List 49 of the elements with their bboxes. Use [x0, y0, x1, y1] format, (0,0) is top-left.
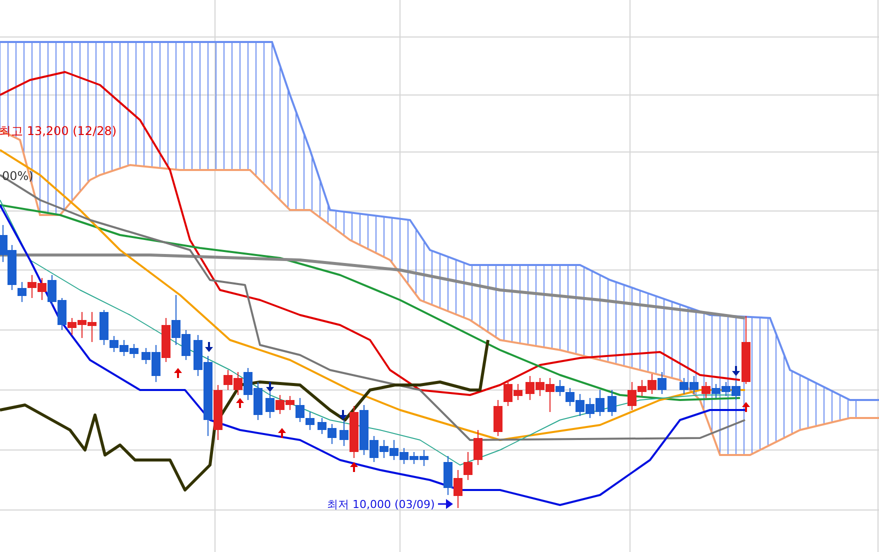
- up-arrow-icon: [236, 398, 244, 408]
- candlestick: [328, 424, 336, 444]
- candlestick: [444, 456, 452, 496]
- candlestick: [276, 394, 284, 414]
- candlestick: [38, 278, 46, 300]
- arrow-icon: [438, 499, 453, 509]
- candlestick: [162, 318, 170, 362]
- candlestick: [454, 470, 462, 508]
- candlestick: [306, 412, 314, 430]
- down-arrow-icon: [339, 410, 347, 420]
- candlestick: [244, 368, 252, 400]
- candlestick: [28, 274, 36, 298]
- candlestick: [722, 382, 730, 396]
- candlestick: [658, 372, 666, 394]
- up-arrow-icon: [278, 428, 286, 438]
- candlestick: [420, 450, 428, 466]
- up-arrow-icon: [350, 462, 358, 472]
- candlestick: [702, 382, 710, 398]
- candlestick: [596, 390, 604, 416]
- candlestick: [120, 340, 128, 356]
- up-arrow-icon: [174, 368, 182, 378]
- candlestick: [586, 398, 594, 418]
- down-arrow-icon: [266, 382, 274, 392]
- candlestick: [680, 378, 688, 394]
- candlestick: [526, 376, 534, 400]
- candlestick: [390, 440, 398, 460]
- candlestick: [380, 440, 388, 458]
- candlestick: [566, 388, 574, 406]
- candlestick: [494, 400, 502, 436]
- down-arrow-icon: [732, 366, 740, 376]
- candlestick: [266, 392, 274, 418]
- candlestick: [88, 312, 96, 342]
- candlestick: [318, 418, 326, 434]
- candlestick: [474, 430, 482, 466]
- candlestick: [234, 372, 242, 396]
- candlestick: [648, 374, 656, 394]
- candlestick: [410, 452, 418, 464]
- up-arrow-icon: [742, 402, 750, 412]
- candlestick: [130, 344, 138, 358]
- candlestick: [690, 376, 698, 394]
- candlestick: [712, 384, 720, 398]
- candlestick: [48, 274, 56, 306]
- low-price-label: 최저 10,000 (03/09): [327, 498, 435, 511]
- down-arrow-icon: [205, 342, 213, 352]
- candlestick: [464, 452, 472, 480]
- candlestick: [400, 448, 408, 464]
- candlestick: [608, 390, 616, 416]
- candlestick: [254, 382, 262, 420]
- candlestick: [576, 394, 584, 416]
